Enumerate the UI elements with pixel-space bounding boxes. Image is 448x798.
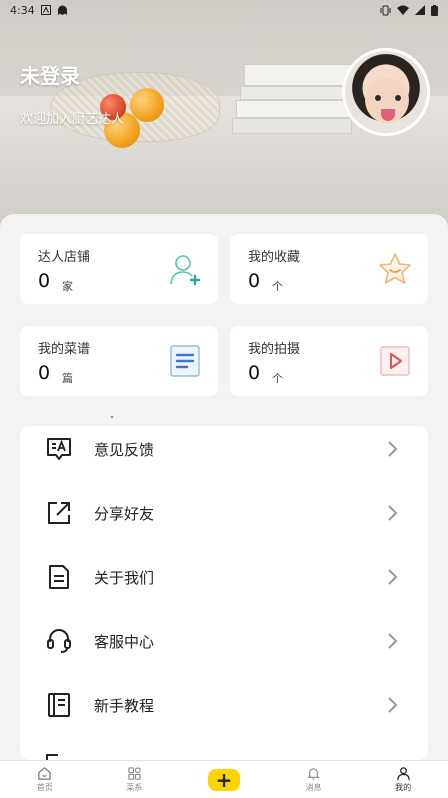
orange-fruit xyxy=(130,88,164,122)
nav-label: 首页 xyxy=(36,783,53,792)
chevron-right-icon xyxy=(388,633,398,649)
stat-label: 我的菜谱 xyxy=(38,342,91,357)
stat-label: 我的拍摄 xyxy=(248,342,301,357)
chevron-right-icon xyxy=(388,569,398,585)
stat-label: 我的收藏 xyxy=(248,250,301,265)
menu-item-label: 分享好友 xyxy=(94,504,155,523)
nav-messages[interactable]: 消息 xyxy=(269,761,359,798)
home-icon xyxy=(38,767,52,780)
stat-value: 0 xyxy=(248,362,261,384)
stat-card-recipes[interactable]: 我的菜谱 0 篇 xyxy=(20,326,218,396)
avatar[interactable] xyxy=(342,48,430,136)
recipe-doc-icon xyxy=(170,345,200,377)
stat-label: 达人店铺 xyxy=(38,250,91,265)
signal-icon xyxy=(415,5,425,15)
status-bar: 4:34 xyxy=(0,0,448,20)
plus-icon[interactable]: + xyxy=(207,768,240,791)
notification-a-icon xyxy=(40,5,51,15)
stat-unit: 个 xyxy=(272,372,283,385)
menu-item-label: 新手教程 xyxy=(94,696,155,715)
profile-icon xyxy=(396,767,410,781)
notebook-icon xyxy=(48,693,70,717)
star-icon xyxy=(379,253,411,284)
bell-icon xyxy=(307,768,320,780)
menu-list: 意见反馈 分享好友 关于我们 客服中心 新手教程 xyxy=(20,426,428,760)
document-icon xyxy=(49,565,69,589)
stat-value: 0 xyxy=(38,362,51,384)
battery-icon xyxy=(431,4,438,16)
vibrate-icon xyxy=(380,5,391,15)
login-status-title[interactable]: 未登录 xyxy=(20,60,80,89)
ghost-app-icon xyxy=(57,5,67,15)
user-add-icon xyxy=(170,255,201,286)
nav-add[interactable]: + xyxy=(179,761,269,798)
menu-item-label: 关于我们 xyxy=(94,568,155,587)
chevron-right-icon xyxy=(388,441,398,457)
avatar-eye xyxy=(375,95,381,101)
grid-icon xyxy=(128,767,141,780)
decorative-dot xyxy=(111,416,113,418)
stat-value: 0 xyxy=(38,270,51,292)
nav-label: 菜系 xyxy=(126,783,143,792)
menu-item-share[interactable]: 分享好友 xyxy=(20,481,428,545)
chevron-right-icon xyxy=(388,697,398,713)
feedback-icon xyxy=(47,438,71,460)
stat-unit: 家 xyxy=(62,280,73,293)
chevron-right-icon xyxy=(388,505,398,521)
nav-label: 我的 xyxy=(395,783,412,792)
video-play-icon xyxy=(380,346,410,376)
status-time: 4:34 xyxy=(10,3,35,17)
avatar-eye xyxy=(395,95,401,101)
menu-item-tutorial[interactable]: 新手教程 xyxy=(20,673,428,737)
share-icon xyxy=(48,502,70,524)
stat-unit: 篇 xyxy=(62,372,73,385)
menu-item-label: 客服中心 xyxy=(94,632,155,651)
menu-item-support[interactable]: 客服中心 xyxy=(20,609,428,673)
nav-profile[interactable]: 我的 xyxy=(358,761,448,798)
stat-card-shoots[interactable]: 我的拍摄 0 个 xyxy=(230,326,428,396)
menu-item-label: 意见反馈 xyxy=(94,440,155,459)
bottom-nav: 首页 菜系 + 消息 我的 xyxy=(0,760,448,798)
stat-card-favorites[interactable]: 我的收藏 0 个 xyxy=(230,234,428,304)
nav-cuisine[interactable]: 菜系 xyxy=(90,761,180,798)
nav-home[interactable]: 首页 xyxy=(0,761,90,798)
nav-label: 消息 xyxy=(305,783,322,792)
stat-unit: 个 xyxy=(272,280,283,293)
menu-item-about[interactable]: 关于我们 xyxy=(20,545,428,609)
stat-value: 0 xyxy=(248,270,261,292)
headset-icon xyxy=(47,629,71,653)
menu-item-feedback[interactable]: 意见反馈 xyxy=(20,426,428,481)
welcome-subtitle: 欢迎加入厨艺达人 xyxy=(20,112,125,127)
wifi-icon xyxy=(397,5,409,15)
stat-card-shops[interactable]: 达人店铺 0 家 xyxy=(20,234,218,304)
